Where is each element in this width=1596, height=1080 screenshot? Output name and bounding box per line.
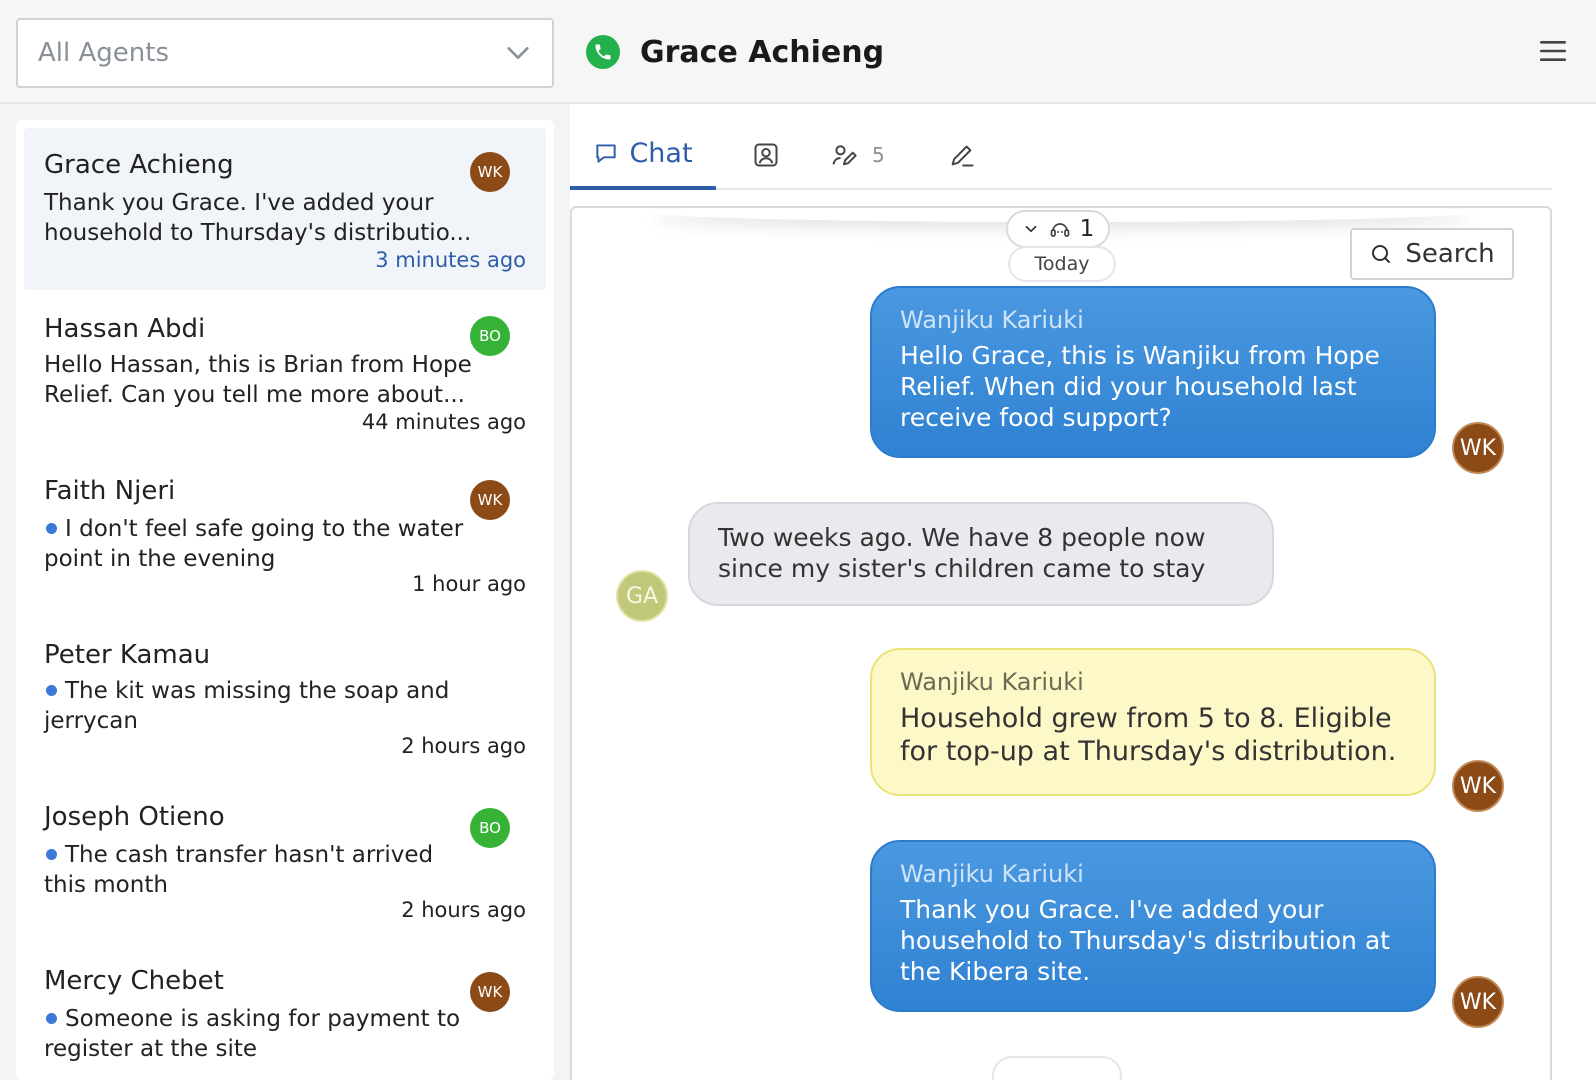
conversation-time: 3 minutes ago xyxy=(375,248,526,272)
conversation-panel: Grace Achieng WK Thank you Grace. I've a… xyxy=(0,104,570,1080)
collapsed-count: 1 xyxy=(1079,216,1095,242)
unread-dot xyxy=(46,849,57,860)
conversation-name: Grace Achieng xyxy=(44,150,234,180)
message-text: Household grew from 5 to 8. Eligible for… xyxy=(900,703,1397,767)
agent-filter-value: All Agents xyxy=(38,38,170,68)
tab-chat[interactable]: Chat xyxy=(570,120,716,190)
message-bubble-note: Wanjiku Kariuki Household grew from 5 to… xyxy=(870,648,1436,796)
tab-assignment-count: 5 xyxy=(872,143,885,167)
chat-area: 1 Today Search Wanjiku Kariuki Hello Gra… xyxy=(570,206,1552,1080)
conversation-preview: Thank you Grace. I've added your househo… xyxy=(44,190,472,246)
hamburger-menu-icon[interactable] xyxy=(1538,38,1568,64)
tab-contact[interactable] xyxy=(740,120,792,190)
agent-avatar: WK xyxy=(470,480,510,520)
search-button-label: Search xyxy=(1405,239,1495,269)
conversation-name: Hassan Abdi xyxy=(44,314,206,344)
conversation-item[interactable]: Mercy Chebet WK Someone is asking for pa… xyxy=(24,950,546,1080)
agent-avatar: WK xyxy=(1452,976,1504,1028)
conversation-preview-text: I don't feel safe going to the water poi… xyxy=(44,516,464,572)
conversation-preview-text: The cash transfer hasn't arrived this mo… xyxy=(44,842,434,898)
conversation-preview: I don't feel safe going to the water poi… xyxy=(44,514,474,574)
agent-avatar: WK xyxy=(470,972,510,1012)
agent-avatar: BO xyxy=(470,316,510,356)
conversation-item[interactable]: Grace Achieng WK Thank you Grace. I've a… xyxy=(24,128,546,290)
message-author: Wanjiku Kariuki xyxy=(900,306,1084,334)
message-bubble-incoming: Two weeks ago. We have 8 people now sinc… xyxy=(688,502,1274,606)
chevron-down-icon xyxy=(507,47,529,59)
tab-assignment[interactable]: 5 xyxy=(830,120,910,190)
message-author: Wanjiku Kariuki xyxy=(900,668,1084,696)
conversation-preview: Hello Hassan, this is Brian from Hope Re… xyxy=(44,352,472,408)
top-bar: All Agents Grace Achieng xyxy=(0,0,1596,104)
conversation-preview: Someone is asking for payment to registe… xyxy=(44,1004,474,1064)
date-separator-partial xyxy=(992,1056,1122,1080)
conversation-time: 2 hours ago xyxy=(401,898,526,922)
conversation-time: 2 hours ago xyxy=(401,734,526,758)
message-text: Hello Grace, this is Wanjiku from Hope R… xyxy=(900,341,1380,432)
conversation-item[interactable]: Faith Njeri WK I don't feel safe going t… xyxy=(24,456,546,618)
contact-header: Grace Achieng xyxy=(586,20,884,84)
unread-dot xyxy=(46,523,57,534)
conversation-item[interactable]: Joseph Otieno BO The cash transfer hasn'… xyxy=(24,784,546,946)
search-icon xyxy=(1372,245,1391,263)
tab-notes[interactable] xyxy=(940,120,984,190)
conversation-name: Mercy Chebet xyxy=(44,966,224,996)
contact-name: Grace Achieng xyxy=(640,34,885,70)
message-author: Wanjiku Kariuki xyxy=(900,860,1084,888)
conversation-preview: The cash transfer hasn't arrived this mo… xyxy=(44,840,474,900)
message-text: Two weeks ago. We have 8 people now sinc… xyxy=(718,523,1206,583)
date-separator: Today xyxy=(1008,246,1116,282)
contact-card-icon xyxy=(754,143,778,167)
search-button[interactable]: Search xyxy=(1350,228,1514,280)
message-bubble-outgoing: Wanjiku Kariuki Thank you Grace. I've ad… xyxy=(870,840,1436,1012)
conversation-item[interactable]: Hassan Abdi BO Hello Hassan, this is Bri… xyxy=(24,292,546,454)
phone-icon xyxy=(586,35,620,69)
unread-dot xyxy=(46,685,57,696)
chevron-down-icon xyxy=(1025,225,1036,233)
bot-icon xyxy=(1050,223,1070,237)
detail-tabs: Chat 5 xyxy=(570,120,1552,190)
conversation-preview: The kit was missing the soap and jerryca… xyxy=(44,676,474,736)
conversation-name: Peter Kamau xyxy=(44,640,211,670)
conversation-time: 1 hour ago xyxy=(412,572,526,596)
unread-dot xyxy=(46,1013,57,1024)
conversation-time: 44 minutes ago xyxy=(361,410,526,434)
conversation-name: Joseph Otieno xyxy=(44,802,225,832)
conversation-item[interactable]: Peter Kamau The kit was missing the soap… xyxy=(24,620,546,782)
contact-avatar: GA xyxy=(616,570,668,622)
pencil-icon xyxy=(951,145,974,167)
conversation-name: Faith Njeri xyxy=(44,476,176,506)
agent-avatar: WK xyxy=(1452,760,1504,812)
conversation-preview-text: The kit was missing the soap and jerryca… xyxy=(44,678,450,734)
conversation-preview-text: Someone is asking for payment to registe… xyxy=(44,1006,461,1062)
tab-chat-label: Chat xyxy=(629,137,693,169)
agent-avatar: WK xyxy=(1452,422,1504,474)
message-bubble-outgoing: Wanjiku Kariuki Hello Grace, this is Wan… xyxy=(870,286,1436,458)
collapsed-messages-toggle[interactable]: 1 xyxy=(1006,210,1110,248)
chat-bubble-icon xyxy=(596,144,617,163)
agent-avatar: BO xyxy=(470,808,510,848)
agent-filter-dropdown[interactable]: All Agents xyxy=(16,18,554,88)
agent-avatar: WK xyxy=(470,152,510,192)
conversation-list: Grace Achieng WK Thank you Grace. I've a… xyxy=(16,120,554,1080)
message-text: Thank you Grace. I've added your househo… xyxy=(900,895,1390,986)
assign-user-icon xyxy=(832,145,857,166)
